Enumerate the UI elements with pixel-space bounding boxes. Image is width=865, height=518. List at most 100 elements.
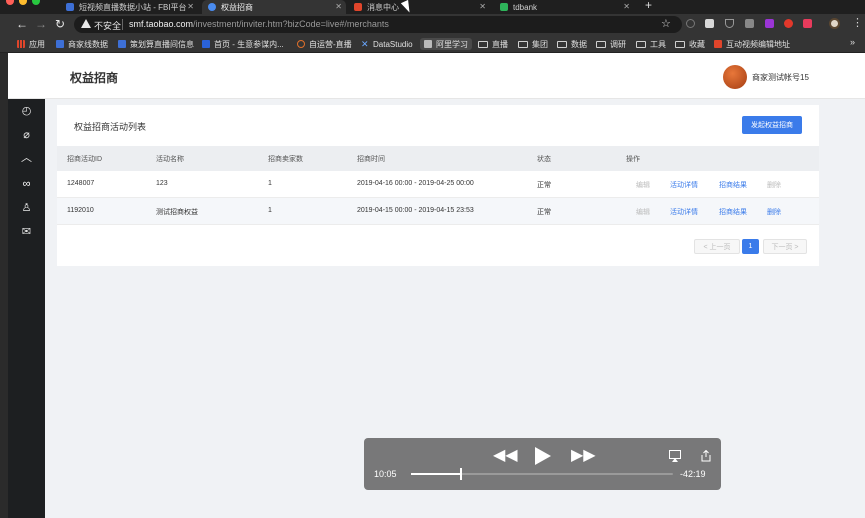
- bookmark-clock-icon: [297, 40, 305, 48]
- tab-label: 权益招商: [221, 2, 253, 12]
- bookmark-folder-shuju[interactable]: 数据: [557, 38, 587, 50]
- bookmark-page-icon: [202, 40, 210, 48]
- close-icon[interactable]: ✕: [479, 2, 486, 11]
- delete-link[interactable]: 删除: [767, 207, 781, 217]
- bookmark-label: 调研: [610, 39, 626, 49]
- bookmark-label: 集团: [532, 39, 548, 49]
- bookmark-label: 应用: [29, 39, 45, 49]
- tab-messages[interactable]: 消息中心 ✕: [350, 0, 490, 14]
- tab-fbi[interactable]: 短视频直播数据小站 - FBI平台 ✕: [62, 0, 198, 14]
- cell-id: 1192010: [67, 207, 94, 214]
- folder-icon: [596, 40, 606, 48]
- folder-icon: [557, 40, 567, 48]
- play-icon[interactable]: [535, 447, 551, 465]
- create-campaign-button[interactable]: 发起权益招商: [742, 116, 802, 134]
- bookmark-folder-diaoyan[interactable]: 调研: [596, 38, 626, 50]
- column-header-sellers: 招商卖家数: [268, 156, 303, 163]
- extension-pink-icon[interactable]: [803, 19, 812, 28]
- bookmark-alilearn[interactable]: 阿里学习: [420, 38, 472, 50]
- browser-window: 短视频直播数据小站 - FBI平台 ✕ 权益招商 ✕ 消息中心 ✕ tdbank…: [0, 0, 865, 518]
- mail-icon[interactable]: ✉: [20, 226, 33, 239]
- minimize-window-button[interactable]: [19, 0, 27, 5]
- close-icon[interactable]: ✕: [335, 2, 342, 11]
- details-link[interactable]: 活动详情: [670, 207, 698, 217]
- close-icon[interactable]: ✕: [623, 2, 630, 11]
- profile-avatar-icon[interactable]: [829, 18, 840, 29]
- cell-name: 测试招商权益: [156, 209, 198, 216]
- folder-icon: [478, 40, 488, 48]
- page-1-button[interactable]: 1: [742, 239, 759, 254]
- apps-grid-icon: [17, 40, 25, 48]
- bookmark-f-icon: [118, 40, 126, 48]
- bookmark-apps[interactable]: 应用: [17, 38, 45, 50]
- seek-bar[interactable]: [411, 468, 673, 480]
- extension-purple-icon[interactable]: [765, 19, 774, 28]
- bookmark-folder-jituan[interactable]: 集团: [518, 38, 548, 50]
- bookmark-folder-gongju[interactable]: 工具: [636, 38, 666, 50]
- bookmark-cehua[interactable]: 策划算直播间信息: [118, 38, 194, 50]
- address-divider: [122, 19, 123, 30]
- page-header: 权益招商 商家测试帐号15: [8, 53, 865, 99]
- bookmark-folder-shoucang[interactable]: 收藏: [675, 38, 705, 50]
- extension-info-icon[interactable]: [686, 19, 695, 28]
- bookmark-star-icon[interactable]: ☆: [661, 17, 671, 30]
- tdbank-favicon-icon: [500, 3, 508, 11]
- tab-strip: 短视频直播数据小站 - FBI平台 ✕ 权益招商 ✕ 消息中心 ✕ tdbank…: [0, 0, 865, 15]
- new-tab-button[interactable]: +: [645, 0, 652, 11]
- bookmark-shangjia[interactable]: 商家线数据: [56, 38, 108, 50]
- link-icon[interactable]: ∞: [20, 178, 33, 191]
- tab-tdbank[interactable]: tdbank ✕: [496, 0, 634, 14]
- seek-progress: [411, 473, 461, 475]
- menu-kebab-icon[interactable]: ⋮: [852, 17, 863, 29]
- forward-arrow-icon[interactable]: →: [35, 17, 47, 31]
- address-bar[interactable]: 不安全 smf.taobao.com/investment/inviter.ht…: [74, 16, 682, 33]
- results-link[interactable]: 招商结果: [719, 207, 747, 217]
- datastudio-icon: ✕: [361, 39, 369, 49]
- bookmark-shouye[interactable]: 首页 - 生意参谋内...: [202, 38, 284, 50]
- close-icon[interactable]: ✕: [187, 2, 194, 11]
- next-page-button: 下一页 >: [763, 239, 807, 254]
- share-icon[interactable]: [700, 450, 712, 462]
- zoom-window-button[interactable]: [32, 0, 40, 5]
- remaining-time: -42:19: [680, 469, 706, 479]
- rewind-icon[interactable]: ◀◀: [493, 446, 518, 466]
- cell-status: 正常: [537, 209, 551, 216]
- url-text: smf.taobao.com/investment/inviter.htm?bi…: [129, 19, 389, 29]
- user-name[interactable]: 商家测试帐号15: [752, 72, 809, 83]
- avatar[interactable]: [723, 65, 747, 89]
- details-link[interactable]: 活动详情: [670, 180, 698, 190]
- cell-time: 2019-04-16 00:00 - 2019-04-25 00:00: [357, 180, 474, 187]
- warning-icon: [81, 19, 91, 28]
- prev-page-button: < 上一页: [694, 239, 740, 254]
- airplay-icon[interactable]: [669, 450, 681, 462]
- results-link[interactable]: 招商结果: [719, 180, 747, 190]
- extension-shield-icon[interactable]: [725, 19, 734, 28]
- fast-forward-icon[interactable]: ▶▶: [571, 446, 596, 466]
- url-path: /investment/inviter.htm?bizCode=live#/me…: [193, 19, 389, 29]
- bookmark-hudong[interactable]: 互动视频编辑地址: [714, 38, 790, 50]
- bookmark-folder-zhibo[interactable]: 直播: [478, 38, 508, 50]
- bookmark-datastudio[interactable]: ✕ DataStudio: [361, 38, 413, 50]
- bookmark-f-icon: [56, 40, 64, 48]
- clock-icon[interactable]: ◴: [20, 105, 33, 118]
- table-row: 1192010 测试招商权益 1 2019-04-15 00:00 - 2019…: [57, 198, 819, 225]
- elapsed-time: 10:05: [374, 469, 397, 479]
- bookmark-label: 策划算直播间信息: [130, 39, 194, 49]
- folder-icon: [636, 40, 646, 48]
- tab-quanyi[interactable]: 权益招商 ✕: [202, 0, 346, 14]
- bookmarks-more-button[interactable]: »: [850, 37, 855, 47]
- extension-leaf-icon[interactable]: [745, 19, 754, 28]
- reload-icon[interactable]: ↻: [55, 17, 65, 31]
- back-arrow-icon[interactable]: ←: [16, 17, 28, 31]
- paperclip-icon[interactable]: ⌀: [20, 129, 33, 142]
- bookmark-ziyunying[interactable]: 自运营-直播: [297, 38, 352, 50]
- extension-pen-icon[interactable]: [705, 19, 714, 28]
- tab-label: tdbank: [513, 2, 538, 12]
- close-window-button[interactable]: [6, 0, 14, 5]
- cell-name: 123: [156, 180, 168, 187]
- chevron-up-icon[interactable]: ︿: [20, 152, 33, 165]
- extension-red-icon[interactable]: [784, 19, 793, 28]
- messages-favicon-icon: [354, 3, 362, 11]
- user-icon[interactable]: ♙: [20, 202, 33, 215]
- seek-handle[interactable]: [459, 468, 462, 480]
